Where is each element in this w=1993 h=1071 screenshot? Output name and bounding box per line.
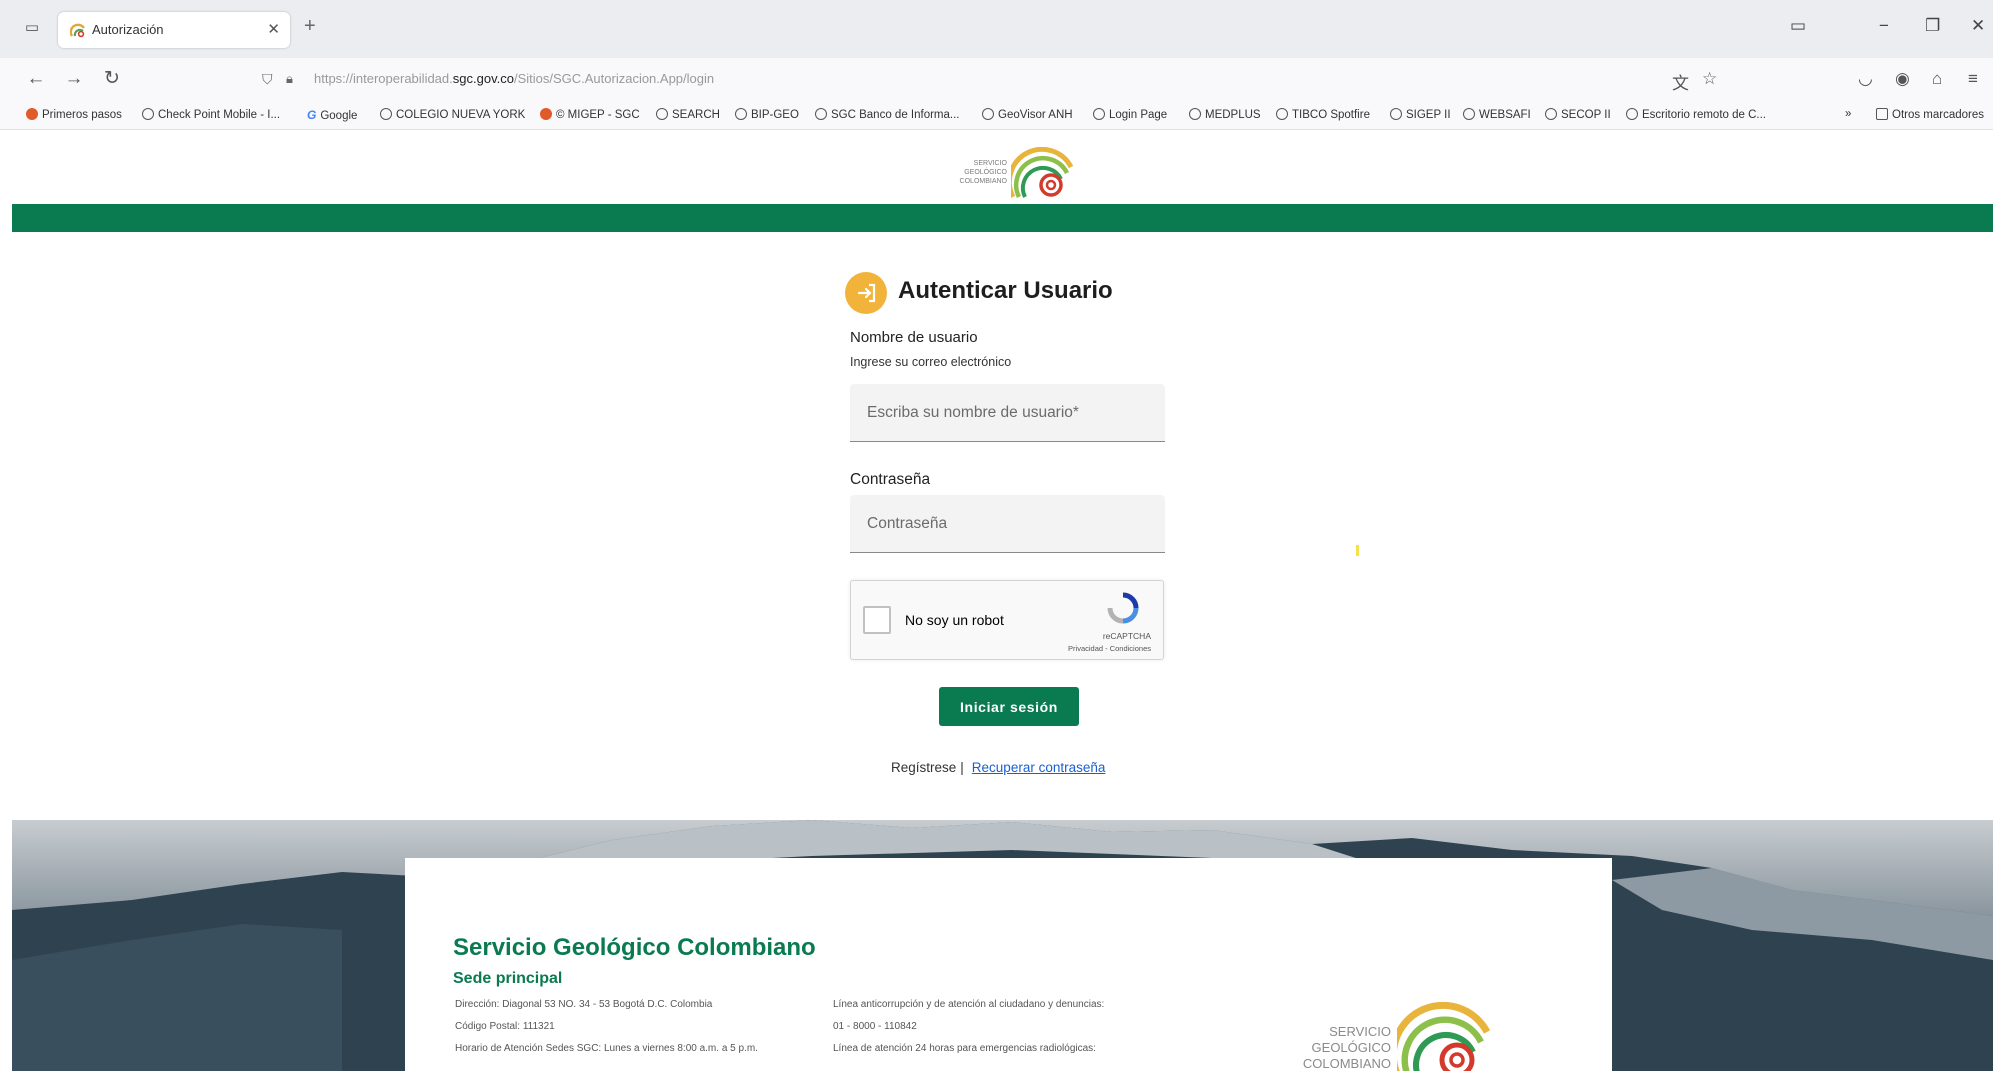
footer-emergency-line: Línea de atención 24 horas para emergenc… <box>833 1043 1096 1054</box>
extensions-icon[interactable]: ⌂ <box>1932 67 1942 91</box>
bookmark-item[interactable]: GeoVisor ANH <box>982 108 1073 121</box>
google-icon: G <box>307 108 317 122</box>
sgc-spiral-icon <box>1397 1002 1491 1071</box>
username-input[interactable] <box>850 384 1165 441</box>
sgc-footer-logo: SERVICIO GEOLÓGICO COLOMBIANO <box>1285 998 1495 1071</box>
bookmark-item[interactable]: Primeros pasos <box>26 108 122 121</box>
username-field[interactable] <box>850 384 1165 442</box>
recaptcha-terms-link[interactable]: Privacidad - Condiciones <box>1068 644 1151 653</box>
globe-icon <box>1545 108 1557 120</box>
globe-icon <box>656 108 668 120</box>
globe-icon <box>1093 108 1105 120</box>
header-green-band <box>12 204 1993 232</box>
footer-address: Dirección: Diagonal 53 NO. 34 - 53 Bogot… <box>455 999 713 1010</box>
sgc-header-logo: SERVICIO GEOLÓGICO COLOMBIANO <box>945 141 1085 201</box>
account-icon[interactable]: ◉ <box>1895 67 1910 91</box>
globe-icon <box>1463 108 1475 120</box>
mouse-cursor-mark <box>1356 545 1359 556</box>
lock-icon[interactable]: 🔒︎ <box>286 71 293 87</box>
tab-overview-icon[interactable]: ▭ <box>1790 16 1806 36</box>
link-separator: | <box>960 760 964 775</box>
bookmark-item[interactable]: SECOP II <box>1545 108 1611 121</box>
bookmark-star-icon[interactable]: ☆ <box>1702 69 1717 89</box>
sgc-spiral-icon <box>1011 147 1074 199</box>
footer-postal-code: Código Postal: 111321 <box>455 1021 555 1032</box>
reload-icon[interactable]: ↻ <box>100 67 124 91</box>
bookmark-item[interactable]: Login Page <box>1093 108 1167 121</box>
forward-arrow-icon[interactable]: → <box>62 67 86 91</box>
browser-tab-bar: ▭ Autorización ✕ + ▭ − ❐ ✕ <box>0 0 1993 58</box>
bookmark-item[interactable]: SIGEP II <box>1390 108 1451 121</box>
globe-icon <box>380 108 392 120</box>
globe-icon <box>735 108 747 120</box>
globe-icon <box>1276 108 1288 120</box>
recaptcha-label: No soy un robot <box>905 612 1004 628</box>
bookmark-item[interactable]: BIP-GEO <box>735 108 799 121</box>
back-arrow-icon[interactable]: ← <box>24 67 48 91</box>
footer-card: Servicio Geológico Colombiano Sede princ… <box>405 858 1612 1071</box>
bookmark-item[interactable]: MEDPLUS <box>1189 108 1261 121</box>
menu-icon[interactable]: ≡ <box>1968 67 1978 91</box>
browser-nav-bar: ← → ↻ ⛉ 🔒︎ https://interoperabilidad.sgc… <box>0 58 1993 100</box>
tab-title: Autorización <box>92 22 164 37</box>
tab-list-icon[interactable]: ▭ <box>22 18 42 38</box>
bookmarks-bar: Primeros pasos Check Point Mobile - I...… <box>0 100 1993 130</box>
footer-address-column: Dirección: Diagonal 53 NO. 34 - 53 Bogot… <box>455 994 758 1060</box>
recaptcha-logo-icon <box>1107 592 1139 624</box>
footer-phone: 01 - 8000 - 110842 <box>833 1021 917 1032</box>
folder-icon <box>1876 108 1888 120</box>
login-button[interactable]: Iniciar sesión <box>939 687 1079 726</box>
recaptcha-checkbox[interactable] <box>863 606 891 634</box>
footer-title: Servicio Geológico Colombiano <box>453 934 816 961</box>
login-title: Autenticar Usuario <box>898 277 1113 304</box>
address-bar[interactable]: ⛉ 🔒︎ https://interoperabilidad.sgc.gov.c… <box>248 63 1736 95</box>
pocket-icon[interactable]: ◡ <box>1858 67 1873 91</box>
account-links: Regístrese | Recuperar contraseña <box>891 760 1105 775</box>
restore-icon[interactable]: ❐ <box>1925 16 1940 36</box>
bookmark-item[interactable]: SEARCH <box>656 108 720 121</box>
firefox-icon <box>26 108 38 120</box>
bookmark-item[interactable]: WEBSAFI <box>1463 108 1531 121</box>
tracking-shield-icon[interactable]: ⛉ <box>262 71 273 88</box>
password-label: Contraseña <box>850 471 931 488</box>
footer-contact-column: Línea anticorrupción y de atención al ci… <box>833 994 1104 1060</box>
login-icon <box>845 272 887 314</box>
footer-anticorruption-line: Línea anticorrupción y de atención al ci… <box>833 999 1105 1010</box>
globe-icon <box>142 108 154 120</box>
new-tab-icon[interactable]: + <box>304 16 316 36</box>
bookmark-item[interactable]: TIBCO Spotfire <box>1276 108 1370 121</box>
bookmark-item[interactable]: COLEGIO NUEVA YORK <box>380 108 525 121</box>
translate-icon[interactable]: 文 <box>1672 69 1689 94</box>
password-input[interactable] <box>850 495 1165 552</box>
recaptcha-brand: reCAPTCHA <box>1102 631 1151 641</box>
migep-icon <box>540 108 552 120</box>
globe-icon <box>815 108 827 120</box>
minimize-icon[interactable]: − <box>1879 16 1889 36</box>
username-label: Nombre de usuario <box>850 329 978 346</box>
globe-icon <box>982 108 994 120</box>
globe-icon <box>1189 108 1201 120</box>
bookmark-item[interactable]: G Google <box>307 108 357 122</box>
username-hint: Ingrese su correo electrónico <box>850 355 1012 369</box>
browser-tab-active[interactable]: Autorización ✕ <box>58 12 290 48</box>
sgc-favicon-icon <box>70 23 85 38</box>
bookmarks-overflow-icon[interactable]: » <box>1845 108 1851 120</box>
bookmark-item[interactable]: © MIGEP - SGC <box>540 108 640 121</box>
bookmark-item[interactable]: Check Point Mobile - I... <box>142 108 280 121</box>
recaptcha-widget: No soy un robot reCAPTCHA Privacidad - C… <box>850 580 1164 660</box>
footer-hours: Horario de Atención Sedes SGC: Lunes a v… <box>455 1043 758 1054</box>
register-link[interactable]: Regístrese <box>891 760 956 775</box>
recover-password-link[interactable]: Recuperar contraseña <box>972 760 1106 775</box>
other-bookmarks[interactable]: Otros marcadores <box>1876 108 1984 121</box>
password-field[interactable] <box>850 495 1165 553</box>
tab-close-icon[interactable]: ✕ <box>267 20 280 38</box>
window-close-icon[interactable]: ✕ <box>1971 16 1985 36</box>
footer-subtitle: Sede principal <box>453 970 563 987</box>
page-content: SERVICIO GEOLÓGICO COLOMBIANO Autenticar… <box>12 131 1993 1071</box>
url-text[interactable]: https://interoperabilidad.sgc.gov.co/Sit… <box>314 71 714 86</box>
bookmark-item[interactable]: SGC Banco de Informa... <box>815 108 959 121</box>
bookmark-item[interactable]: Escritorio remoto de C... <box>1626 108 1766 121</box>
globe-icon <box>1390 108 1402 120</box>
globe-icon <box>1626 108 1638 120</box>
